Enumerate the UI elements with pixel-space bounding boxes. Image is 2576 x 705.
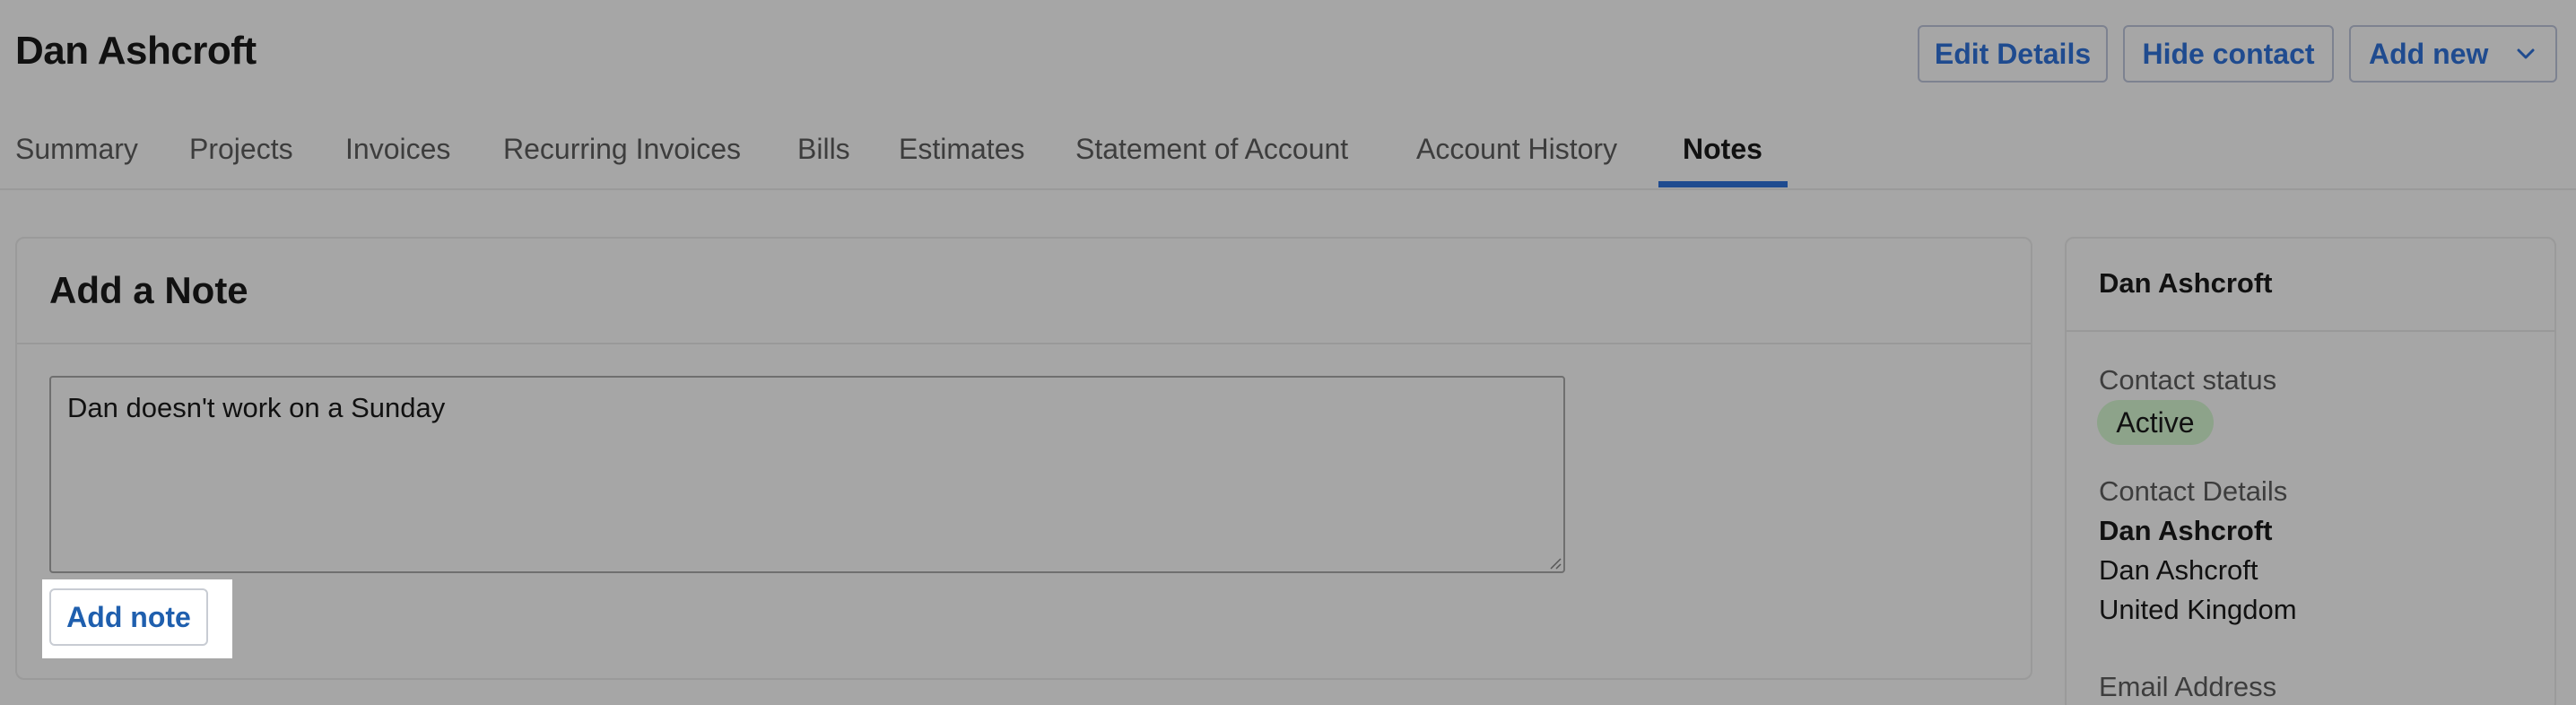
contact-header: Dan Ashcroft Edit Details Hide contact A… <box>0 0 2576 190</box>
resize-grip-icon[interactable] <box>1547 555 1562 570</box>
status-badge: Active <box>2097 400 2214 445</box>
add-new-button[interactable]: Add new <box>2349 25 2557 83</box>
add-note-title: Add a Note <box>49 269 248 311</box>
contact-status-label: Contact status <box>2099 364 2277 396</box>
chevron-down-icon <box>2517 48 2535 59</box>
active-tab-indicator <box>1658 181 1788 187</box>
tab-account-history[interactable]: Account History <box>1416 126 1617 190</box>
card-divider <box>17 343 2031 344</box>
contact-side-panel: Dan Ashcroft Contact status Active Conta… <box>2065 237 2556 705</box>
page-title: Dan Ashcroft <box>15 29 257 73</box>
email-address-label: Email Address <box>2099 671 2277 702</box>
contact-details-label: Contact Details <box>2099 475 2288 507</box>
edit-details-button[interactable]: Edit Details <box>1918 25 2108 83</box>
side-divider <box>2067 330 2554 332</box>
add-new-label: Add new <box>2369 37 2489 70</box>
tab-recurring-invoices[interactable]: Recurring Invoices <box>503 126 741 190</box>
contact-details-line: Dan Ashcroft <box>2099 554 2258 586</box>
note-textarea[interactable]: Dan doesn't work on a Sunday <box>49 376 1565 573</box>
add-note-card: Add a Note Dan doesn't work on a Sunday … <box>15 237 2032 680</box>
contact-details-country: United Kingdom <box>2099 594 2297 625</box>
tab-projects[interactable]: Projects <box>189 126 293 190</box>
add-note-button[interactable]: Add note <box>49 588 208 646</box>
contact-details-name: Dan Ashcroft <box>2099 515 2273 546</box>
tab-bills[interactable]: Bills <box>797 126 850 190</box>
tab-estimates[interactable]: Estimates <box>899 126 1024 190</box>
tab-statement-of-account[interactable]: Statement of Account <box>1075 126 1348 190</box>
tab-invoices[interactable]: Invoices <box>345 126 450 190</box>
side-contact-name: Dan Ashcroft <box>2099 267 2273 299</box>
tab-summary[interactable]: Summary <box>15 126 138 190</box>
hide-contact-button[interactable]: Hide contact <box>2123 25 2334 83</box>
add-note-highlight: Add note <box>42 579 232 658</box>
